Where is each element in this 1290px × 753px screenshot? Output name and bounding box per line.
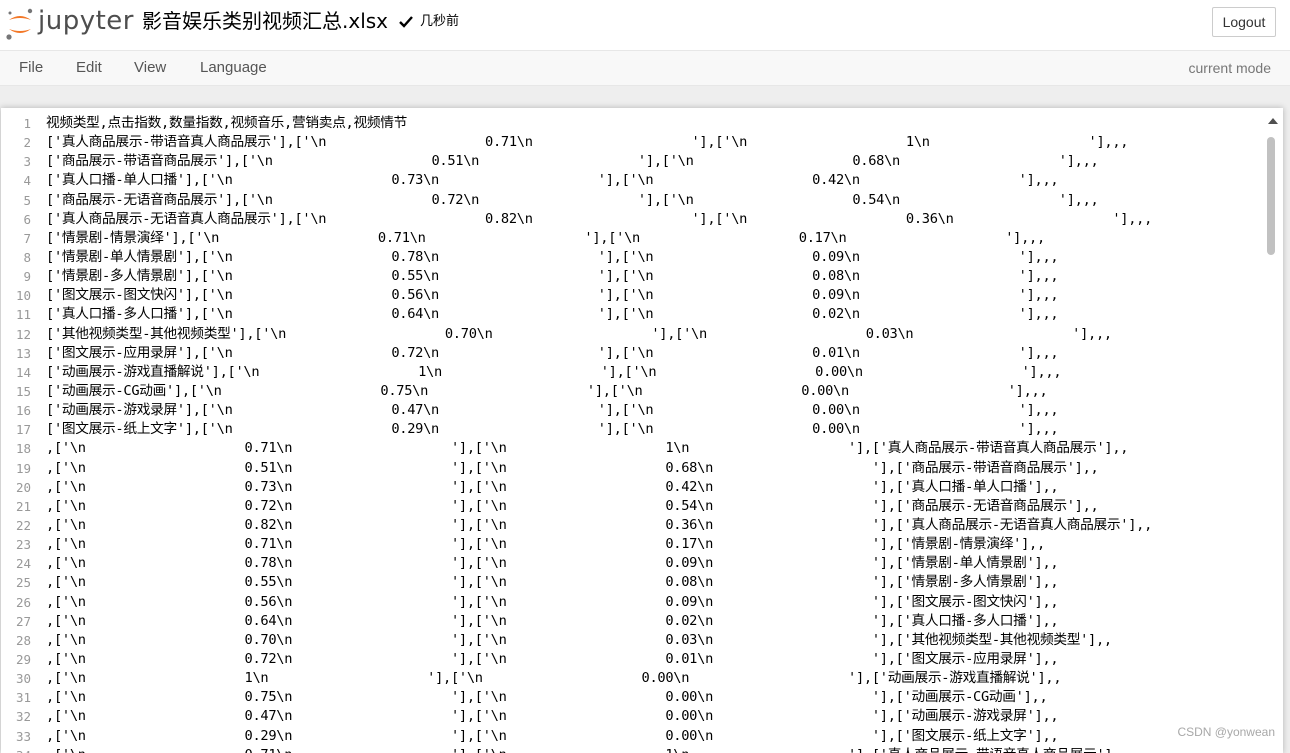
line-number: 25 (15, 575, 31, 591)
line-number: 13 (15, 345, 31, 361)
line-number: 34 (1, 746, 37, 753)
code-line[interactable]: 视频类型,点击指数,数量指数,视频音乐,营销卖点,视频情节 (46, 114, 1263, 133)
code-line[interactable]: ,['\n 0.29\n '],['\n 0.00\n '],['图文展示-纸上… (46, 727, 1263, 746)
code-line[interactable]: ,['\n 0.55\n '],['\n 0.08\n '],['情景剧-多人情… (46, 573, 1263, 592)
watermark: CSDN @yonwean (1177, 725, 1275, 739)
line-number: 17 (15, 422, 31, 438)
line-number: 3 (23, 154, 31, 170)
line-number: 14 (15, 364, 31, 380)
line-number: 32 (15, 709, 31, 725)
line-number: 23 (15, 537, 31, 553)
code-line[interactable]: ,['\n 0.75\n '],['\n 0.00\n '],['动画展示-CG… (46, 688, 1263, 707)
line-number-gutter: 1 2 3 4 5 6 7 8 9 10 11 12 13 14 15 16 17 18 19 20 21 22 23 24 2… (1, 114, 37, 753)
menu-edit[interactable]: Edit (76, 51, 102, 85)
code-line[interactable]: ['真人商品展示-带语音真人商品展示'],['\n 0.71\n '],['\n… (46, 133, 1263, 152)
line-number: 2 (23, 135, 31, 151)
code-line[interactable]: ,['\n 1\n '],['\n 0.00\n '],['动画展示-游戏直播解… (46, 669, 1263, 688)
line-number: 29 (15, 651, 31, 667)
code-line[interactable]: ,['\n 0.72\n '],['\n 0.54\n '],['商品展示-无语… (46, 497, 1263, 516)
code-line[interactable]: ['其他视频类型-其他视频类型'],['\n 0.70\n '],['\n 0.… (46, 325, 1263, 344)
code-line[interactable]: ,['\n 0.78\n '],['\n 0.09\n '],['情景剧-单人情… (46, 554, 1263, 573)
code-line[interactable]: ['动画展示-CG动画'],['\n 0.75\n '],['\n 0.00\n… (46, 382, 1263, 401)
line-number: 30 (15, 671, 31, 687)
line-number: 9 (23, 269, 31, 285)
menu-view[interactable]: View (134, 51, 166, 85)
text-editor[interactable]: 1 2 3 4 5 6 7 8 9 10 11 12 13 14 15 16 17 18 19 20 21 22 23 24 2… (1, 108, 1283, 753)
code-line[interactable]: ,['\n 0.73\n '],['\n 0.42\n '],['真人口播-单人… (46, 478, 1263, 497)
line-number: 5 (23, 192, 31, 208)
menu-file[interactable]: File (19, 51, 43, 85)
code-line[interactable]: ,['\n 0.47\n '],['\n 0.00\n '],['动画展示-游戏… (46, 707, 1263, 726)
line-number: 20 (15, 479, 31, 495)
code-line[interactable]: ,['\n 0.56\n '],['\n 0.09\n '],['图文展示-图文… (46, 593, 1263, 612)
code-line[interactable]: ['情景剧-单人情景剧'],['\n 0.78\n '],['\n 0.09\n… (46, 248, 1263, 267)
menu-language[interactable]: Language (200, 51, 267, 85)
code-line[interactable]: ,['\n 0.72\n '],['\n 0.01\n '],['图文展示-应用… (46, 650, 1263, 669)
code-line[interactable]: ,['\n 0.51\n '],['\n 0.68\n '],['商品展示-带语… (46, 459, 1263, 478)
spacer (0, 86, 1290, 108)
line-number: 11 (15, 307, 31, 323)
code-line[interactable]: ,['\n 0.82\n '],['\n 0.36\n '],['真人商品展示-… (46, 516, 1263, 535)
code-line[interactable]: ,['\n 0.70\n '],['\n 0.03\n '],['其他视频类型-… (46, 631, 1263, 650)
line-number: 10 (15, 288, 31, 304)
logout-button[interactable]: Logout (1212, 7, 1276, 37)
code-line[interactable]: ,['\n 0.71\n '],['\n 1\n '],['真人商品展示-带语音… (46, 439, 1263, 458)
code-line[interactable]: ['真人口播-单人口播'],['\n 0.73\n '],['\n 0.42\n… (46, 171, 1263, 190)
code-line[interactable]: ['真人口播-多人口播'],['\n 0.64\n '],['\n 0.02\n… (46, 305, 1263, 324)
code-area[interactable]: 视频类型,点击指数,数量指数,视频音乐,营销卖点,视频情节 ['真人商品展示-带语… (46, 114, 1263, 753)
menubar: File Edit View Language current mode (0, 50, 1290, 86)
jupyter-logo-icon[interactable] (5, 7, 35, 41)
line-number: 15 (15, 383, 31, 399)
code-line[interactable]: ['情景剧-多人情景剧'],['\n 0.55\n '],['\n 0.08\n… (46, 267, 1263, 286)
code-line[interactable]: ['图文展示-纸上文字'],['\n 0.29\n '],['\n 0.00\n… (46, 420, 1263, 439)
line-number: 21 (15, 498, 31, 514)
code-line[interactable]: ['动画展示-游戏录屏'],['\n 0.47\n '],['\n 0.00\n… (46, 401, 1263, 420)
code-line[interactable]: ['图文展示-应用录屏'],['\n 0.72\n '],['\n 0.01\n… (46, 344, 1263, 363)
logo-text[interactable]: jupyter (38, 4, 134, 38)
line-number: 16 (15, 403, 31, 419)
mode-indicator: current mode (1188, 60, 1271, 76)
code-line[interactable]: ,['\n 0.71\n '],['\n 1\n '],['真人商品展示-带语音… (46, 746, 1263, 753)
scroll-up-arrow-icon[interactable] (1268, 117, 1278, 125)
line-number: 18 (15, 441, 31, 457)
line-number: 33 (15, 728, 31, 744)
save-status: 几秒前 (420, 14, 460, 29)
line-number: 7 (23, 230, 31, 246)
line-number: 12 (15, 326, 31, 342)
vertical-scrollbar[interactable] (1264, 108, 1281, 749)
code-line[interactable]: ['真人商品展示-无语音真人商品展示'],['\n 0.82\n '],['\n… (46, 210, 1263, 229)
line-number: 27 (15, 613, 31, 629)
line-number: 8 (23, 249, 31, 265)
line-number: 6 (23, 211, 31, 227)
code-line[interactable]: ['情景剧-情景演绎'],['\n 0.71\n '],['\n 0.17\n … (46, 229, 1263, 248)
code-line[interactable]: ,['\n 0.71\n '],['\n 0.17\n '],['情景剧-情景演… (46, 535, 1263, 554)
checkmark-icon (399, 16, 413, 28)
line-number: 1 (23, 116, 31, 131)
scrollbar-thumb[interactable] (1267, 137, 1275, 255)
line-number: 28 (15, 632, 31, 648)
line-number: 4 (23, 173, 31, 189)
code-line[interactable]: ['商品展示-带语音商品展示'],['\n 0.51\n '],['\n 0.6… (46, 152, 1263, 171)
line-number: 24 (15, 556, 31, 572)
file-name[interactable]: 影音娱乐类别视频汇总.xlsx (142, 6, 388, 36)
line-number: 26 (15, 594, 31, 610)
code-line[interactable]: ,['\n 0.64\n '],['\n 0.02\n '],['真人口播-多人… (46, 612, 1263, 631)
line-number: 31 (15, 690, 31, 706)
code-line[interactable]: ['商品展示-无语音商品展示'],['\n 0.72\n '],['\n 0.5… (46, 191, 1263, 210)
header: jupyter 影音娱乐类别视频汇总.xlsx 几秒前 Logout (0, 0, 1290, 50)
line-number: 22 (15, 517, 31, 533)
code-line[interactable]: ['图文展示-图文快闪'],['\n 0.56\n '],['\n 0.09\n… (46, 286, 1263, 305)
code-line[interactable]: ['动画展示-游戏直播解说'],['\n 1\n '],['\n 0.00\n … (46, 363, 1263, 382)
line-number: 19 (15, 460, 31, 476)
